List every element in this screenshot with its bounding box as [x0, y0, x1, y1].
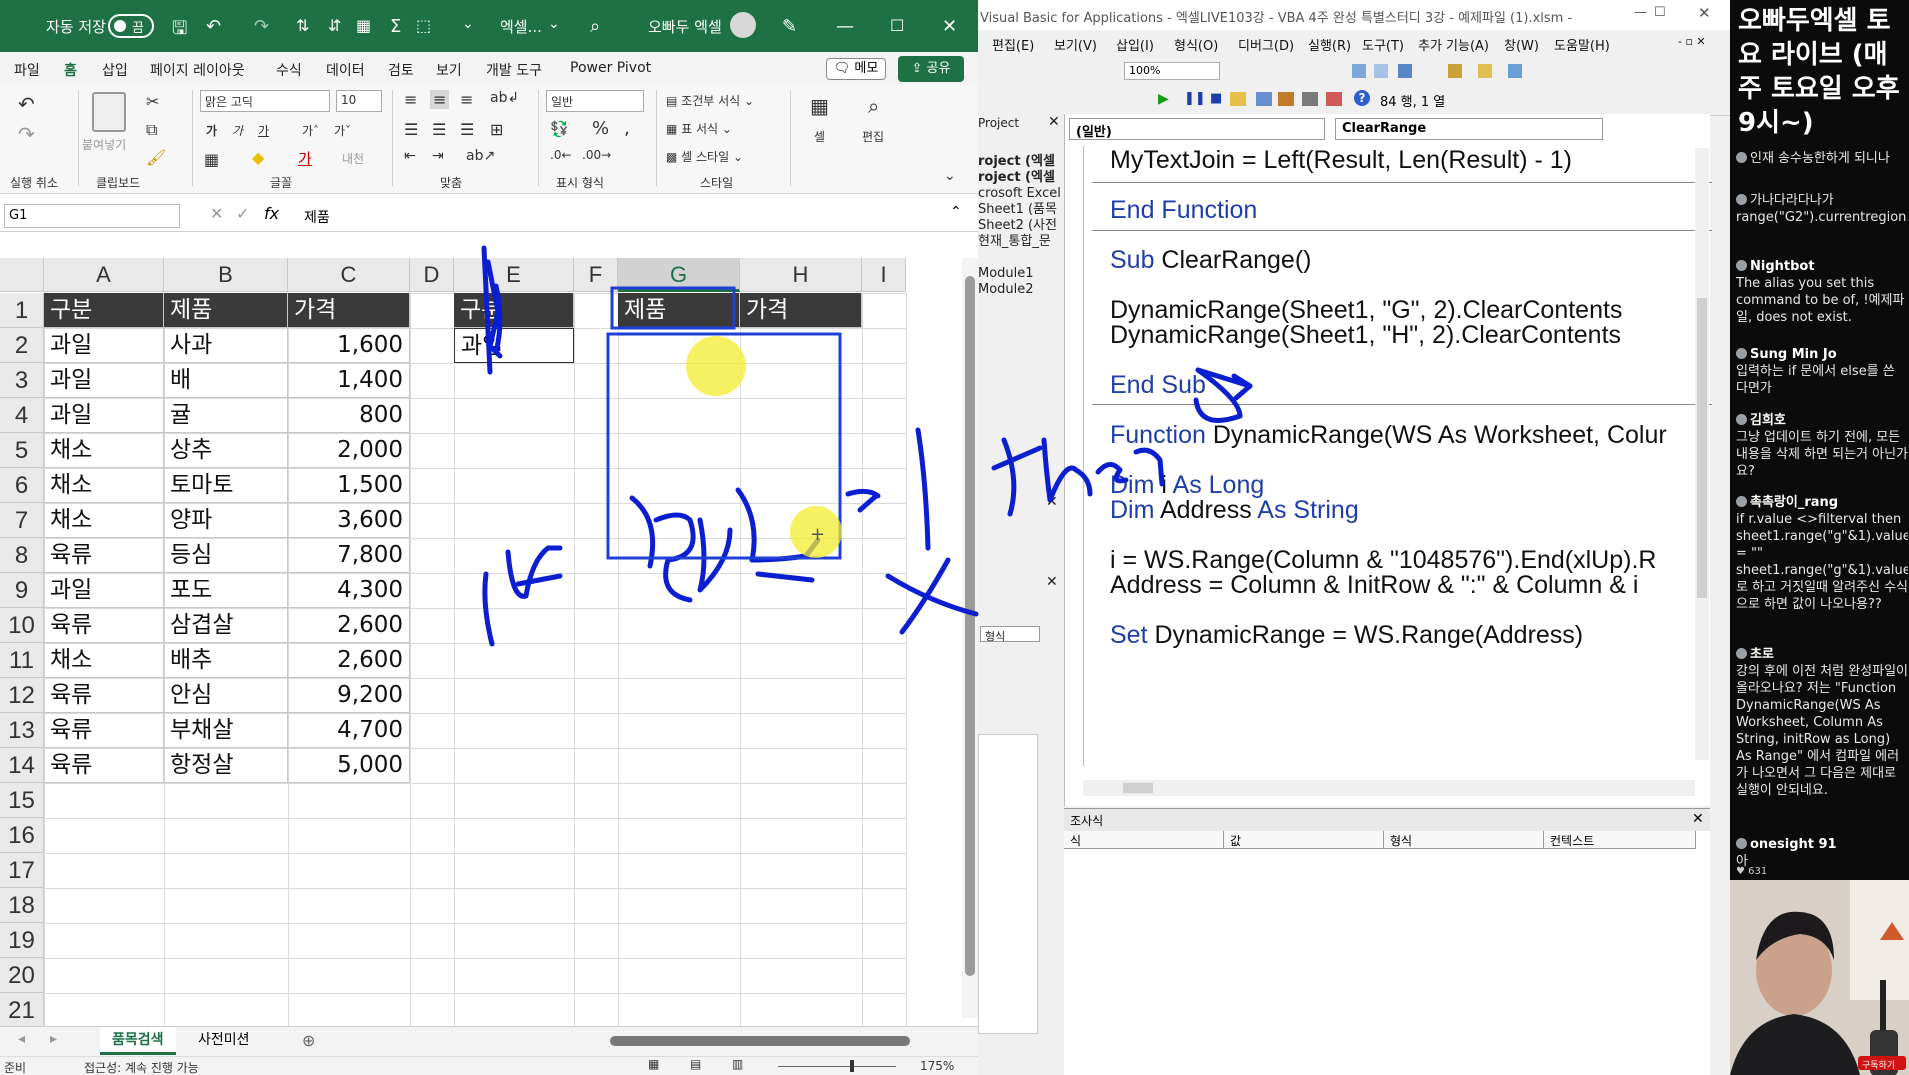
ink-annotations: +	[481, 245, 1253, 647]
svg-text:+: +	[810, 524, 825, 545]
cursor-highlight	[686, 336, 746, 396]
